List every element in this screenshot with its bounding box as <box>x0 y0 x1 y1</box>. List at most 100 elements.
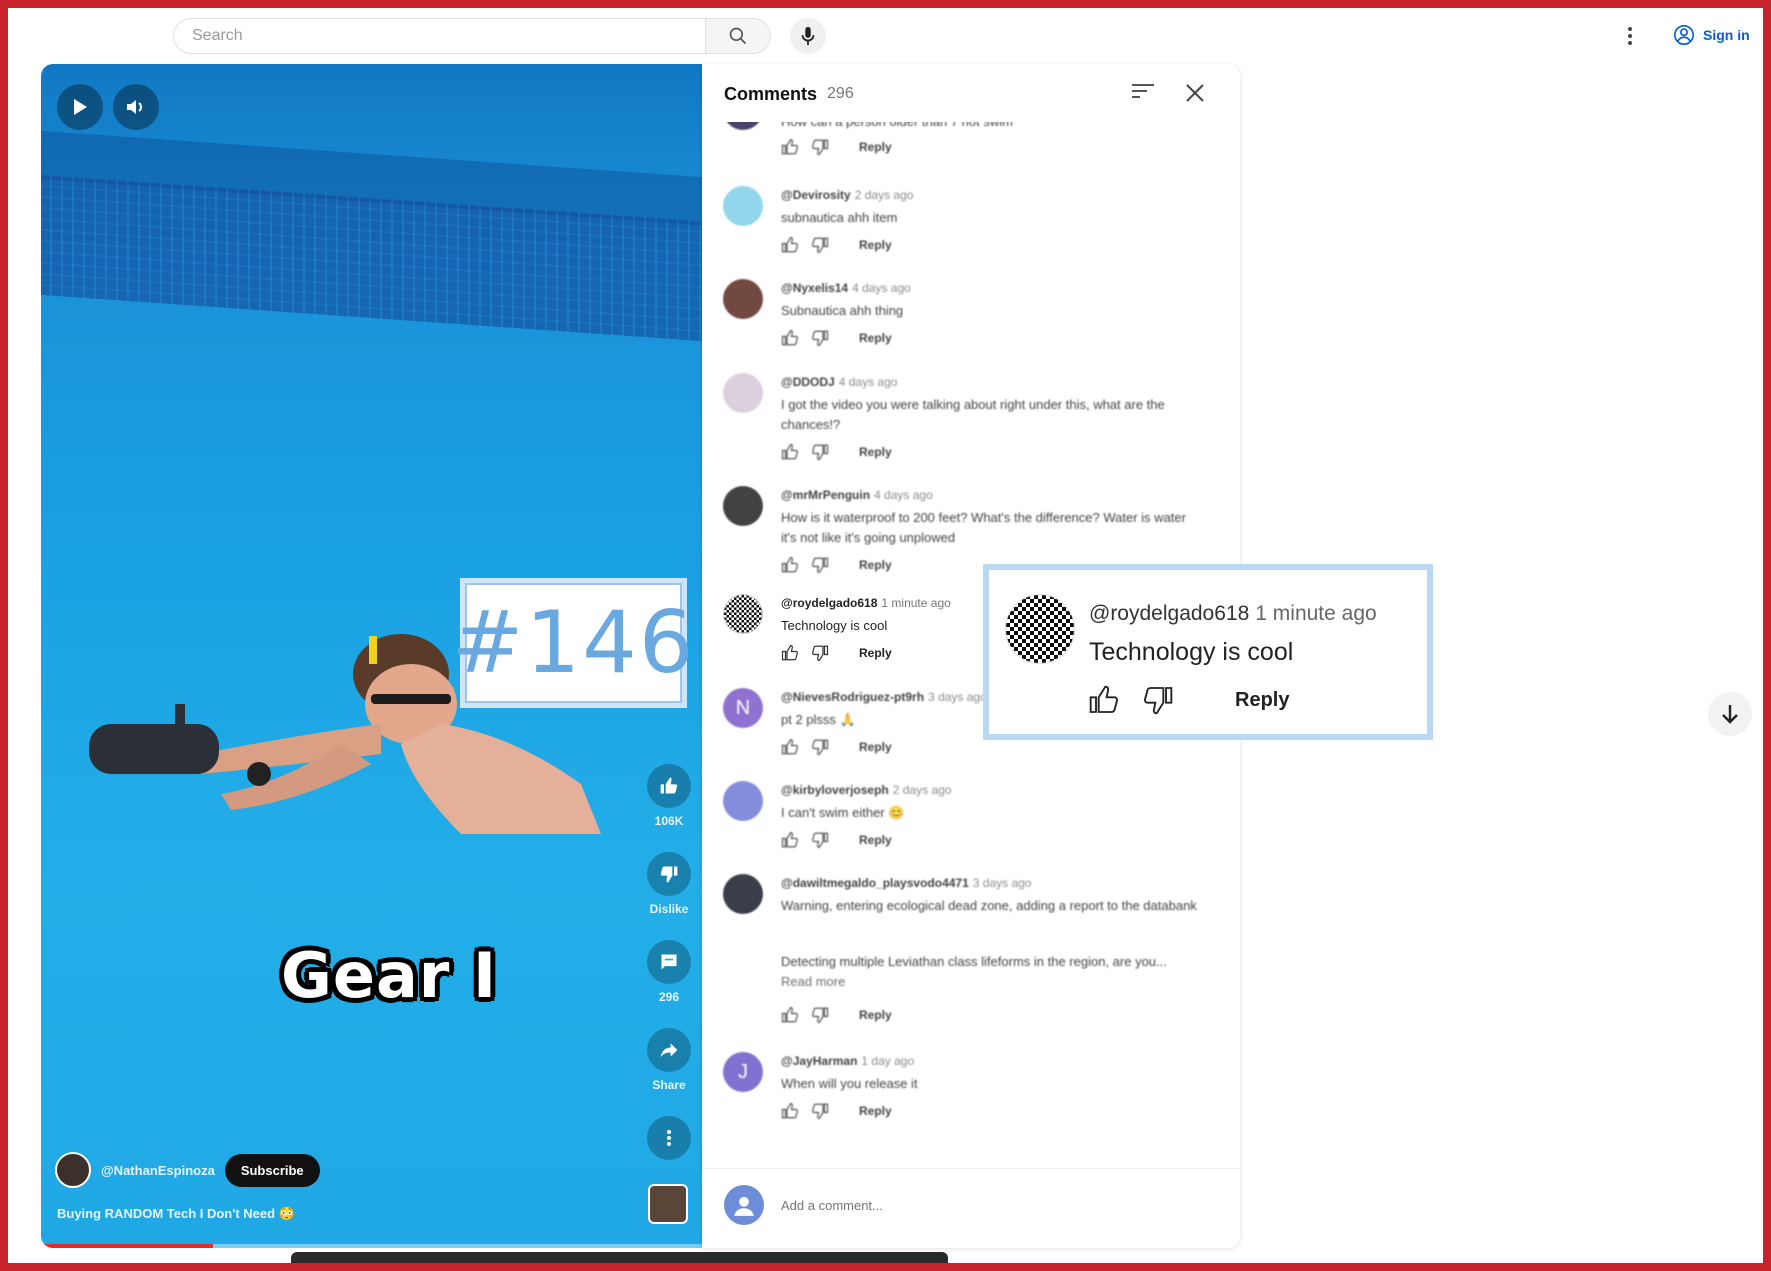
comments-button[interactable] <box>647 940 691 984</box>
thumb-up-outline-icon[interactable] <box>781 236 799 254</box>
comment-avatar[interactable] <box>723 594 763 634</box>
search-box[interactable] <box>173 18 715 54</box>
read-more-link[interactable]: Read more <box>781 974 845 989</box>
dislike-action[interactable]: Dislike <box>639 852 699 916</box>
comment-zoom-callout: @roydelgado618 1 minute ago Technology is… <box>983 564 1433 740</box>
comment-header: @dawiltmegaldo_playsvodo4471 3 days ago <box>781 876 1031 890</box>
thumb-down-outline-icon[interactable] <box>811 831 829 849</box>
thumb-up-outline-icon[interactable] <box>781 831 799 849</box>
comment-avatar[interactable] <box>723 781 763 821</box>
add-comment-input[interactable] <box>781 1193 1201 1217</box>
sign-in-label: Sign in <box>1703 27 1750 43</box>
thumb-up-outline-icon[interactable] <box>781 738 799 756</box>
more-action[interactable] <box>639 1116 699 1160</box>
search-button[interactable] <box>705 18 771 54</box>
play-button[interactable] <box>57 84 103 130</box>
channel-name[interactable]: @NathanEspinoza <box>101 1163 215 1178</box>
volume-button[interactable] <box>113 84 159 130</box>
video-progress-bar[interactable] <box>41 1244 702 1248</box>
callout-header: @roydelgado618 1 minute ago <box>1089 602 1377 626</box>
like-button[interactable] <box>647 764 691 808</box>
thumb-up-outline-icon[interactable] <box>781 556 799 574</box>
arrow-down-icon <box>1722 705 1738 724</box>
comment-header: @Devirosity 2 days ago <box>781 188 913 202</box>
comment-actions: Reply <box>781 1006 892 1024</box>
comment-avatar[interactable] <box>723 122 763 130</box>
video-overlay-caption: Gear I <box>281 939 498 1012</box>
more-options-button[interactable] <box>647 1116 691 1160</box>
thumb-up-outline-icon[interactable] <box>781 329 799 347</box>
share-button[interactable] <box>647 1028 691 1072</box>
comment-avatar[interactable]: N <box>723 688 763 728</box>
comment-author[interactable]: @dawiltmegaldo_playsvodo4471 <box>781 876 969 890</box>
reply-button[interactable]: Reply <box>859 558 892 572</box>
thumb-up-outline-icon[interactable] <box>781 644 799 662</box>
comment-author[interactable]: @mrMrPenguin <box>781 488 870 502</box>
thumb-down-outline-icon[interactable] <box>811 236 829 254</box>
thumb-down-outline-icon[interactable] <box>1141 684 1175 716</box>
settings-menu-button[interactable] <box>1618 22 1642 50</box>
sort-comments-button[interactable] <box>1132 82 1160 108</box>
thumb-up-outline-icon[interactable] <box>781 1102 799 1120</box>
channel-avatar[interactable] <box>55 1152 91 1188</box>
comment-avatar[interactable] <box>723 279 763 319</box>
thumb-down-outline-icon[interactable] <box>811 138 829 156</box>
like-action[interactable]: 106K <box>639 764 699 828</box>
subscribe-button[interactable]: Subscribe <box>224 1153 320 1187</box>
share-action[interactable]: Share <box>639 1028 699 1092</box>
reply-button[interactable]: Reply <box>859 646 892 660</box>
sound-thumbnail[interactable] <box>648 1184 688 1224</box>
close-icon <box>1186 84 1204 102</box>
thumb-up-outline-icon[interactable] <box>781 443 799 461</box>
comment-avatar[interactable] <box>723 373 763 413</box>
channel-row: @NathanEspinoza Subscribe <box>55 1152 320 1188</box>
comment-text: When will you release it <box>781 1076 918 1091</box>
comment-author[interactable]: @Devirosity <box>781 188 851 202</box>
comment-author[interactable]: @NievesRodriguez-pt9rh <box>781 690 924 704</box>
comment-author[interactable]: @DDODJ <box>781 375 835 389</box>
user-icon <box>734 1196 754 1216</box>
thumb-down-outline-icon[interactable] <box>811 1006 829 1024</box>
thumb-down-outline-icon[interactable] <box>811 644 829 662</box>
page-frame: Sign in Gear I <box>8 8 1763 1263</box>
dislike-button[interactable] <box>647 852 691 896</box>
comment-author[interactable]: @JayHarman <box>781 1054 857 1068</box>
thumb-up-outline-icon[interactable] <box>781 1006 799 1024</box>
callout-author[interactable]: @roydelgado618 <box>1089 602 1249 625</box>
thumb-down-outline-icon[interactable] <box>811 738 829 756</box>
comments-action[interactable]: 296 <box>639 940 699 1004</box>
reply-button[interactable]: Reply <box>859 833 892 847</box>
reply-button[interactable]: Reply <box>859 140 892 154</box>
thumb-down-outline-icon[interactable] <box>811 443 829 461</box>
search-input[interactable] <box>174 19 714 53</box>
comment-avatar[interactable] <box>723 874 763 914</box>
reply-button[interactable]: Reply <box>859 238 892 252</box>
comment-avatar[interactable] <box>723 186 763 226</box>
comment-text: I got the video you were talking about r… <box>781 397 1165 432</box>
avatar-letter: N <box>735 696 751 719</box>
callout-reply-button[interactable]: Reply <box>1235 689 1289 712</box>
reply-button[interactable]: Reply <box>859 740 892 754</box>
comment-avatar[interactable] <box>723 486 763 526</box>
reply-button[interactable]: Reply <box>859 445 892 459</box>
close-comments-button[interactable] <box>1180 78 1210 108</box>
next-video-button[interactable] <box>1708 692 1752 736</box>
reply-button[interactable]: Reply <box>859 1104 892 1118</box>
comment-avatar[interactable]: J <box>723 1052 763 1092</box>
reply-button[interactable]: Reply <box>859 1008 892 1022</box>
short-video-player[interactable]: Gear I 106K Dislike 296 Share @NathanEsp… <box>41 64 702 1248</box>
thumb-down-outline-icon[interactable] <box>811 556 829 574</box>
comment-author[interactable]: @Nyxelis14 <box>781 281 848 295</box>
comment-author[interactable]: @kirbyloverjoseph <box>781 783 889 797</box>
thumb-up-outline-icon[interactable] <box>1087 684 1121 716</box>
thumb-down-outline-icon[interactable] <box>811 329 829 347</box>
reply-button[interactable]: Reply <box>859 331 892 345</box>
video-title[interactable]: Buying RANDOM Tech I Don't Need 😳 <box>57 1206 295 1222</box>
comment-time: 2 days ago <box>854 188 914 202</box>
sign-in-button[interactable]: Sign in <box>1663 18 1760 52</box>
voice-search-button[interactable] <box>790 18 826 54</box>
comment-author[interactable]: @roydelgado618 <box>781 596 877 610</box>
comment-actions: Reply <box>781 831 892 849</box>
thumb-up-outline-icon[interactable] <box>781 138 799 156</box>
thumb-down-outline-icon[interactable] <box>811 1102 829 1120</box>
